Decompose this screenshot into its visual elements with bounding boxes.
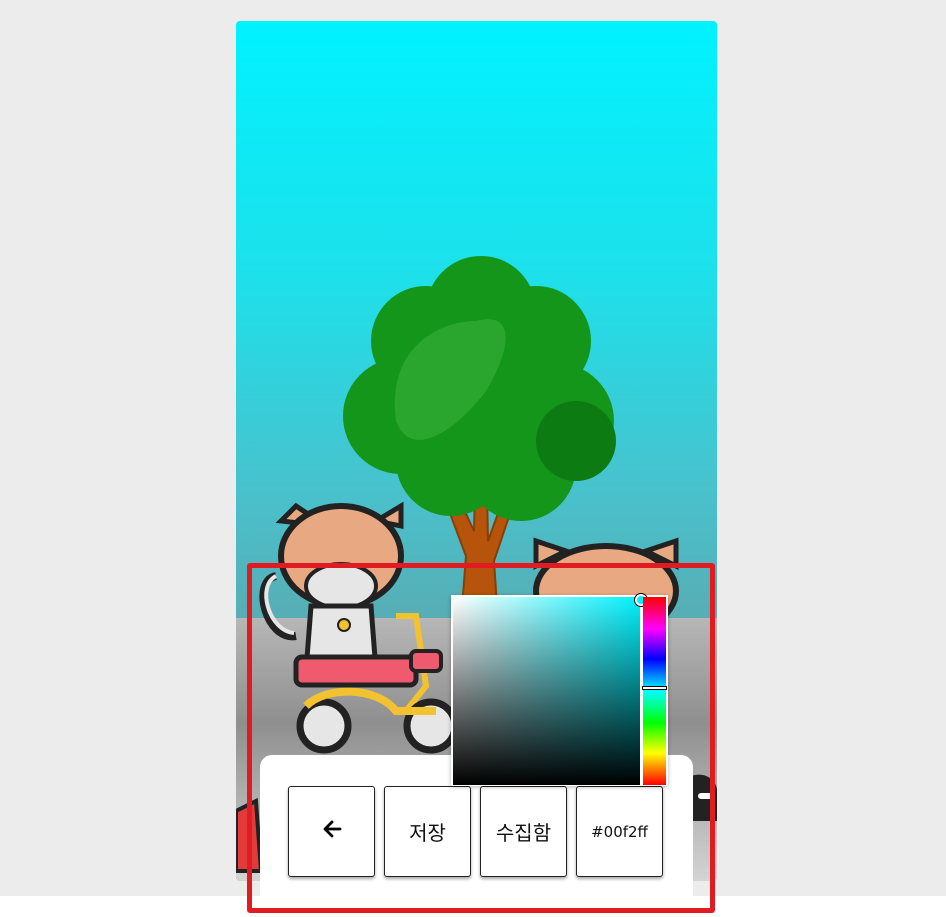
color-picker-popup <box>451 594 668 786</box>
hue-slider[interactable] <box>642 597 667 785</box>
save-button[interactable]: 저장 <box>384 786 471 877</box>
color-picker-button[interactable]: #00f2ff <box>576 786 663 877</box>
red-object-illustration <box>236 797 264 873</box>
dark-object-illustration <box>691 774 717 821</box>
saturation-value-area[interactable] <box>453 594 647 785</box>
collection-button[interactable]: 수집함 <box>480 786 567 877</box>
arrow-left-icon <box>321 818 343 845</box>
back-button[interactable] <box>288 786 375 877</box>
hue-slider-handle[interactable] <box>642 686 667 690</box>
cat-on-scooter-illustration <box>259 501 459 754</box>
